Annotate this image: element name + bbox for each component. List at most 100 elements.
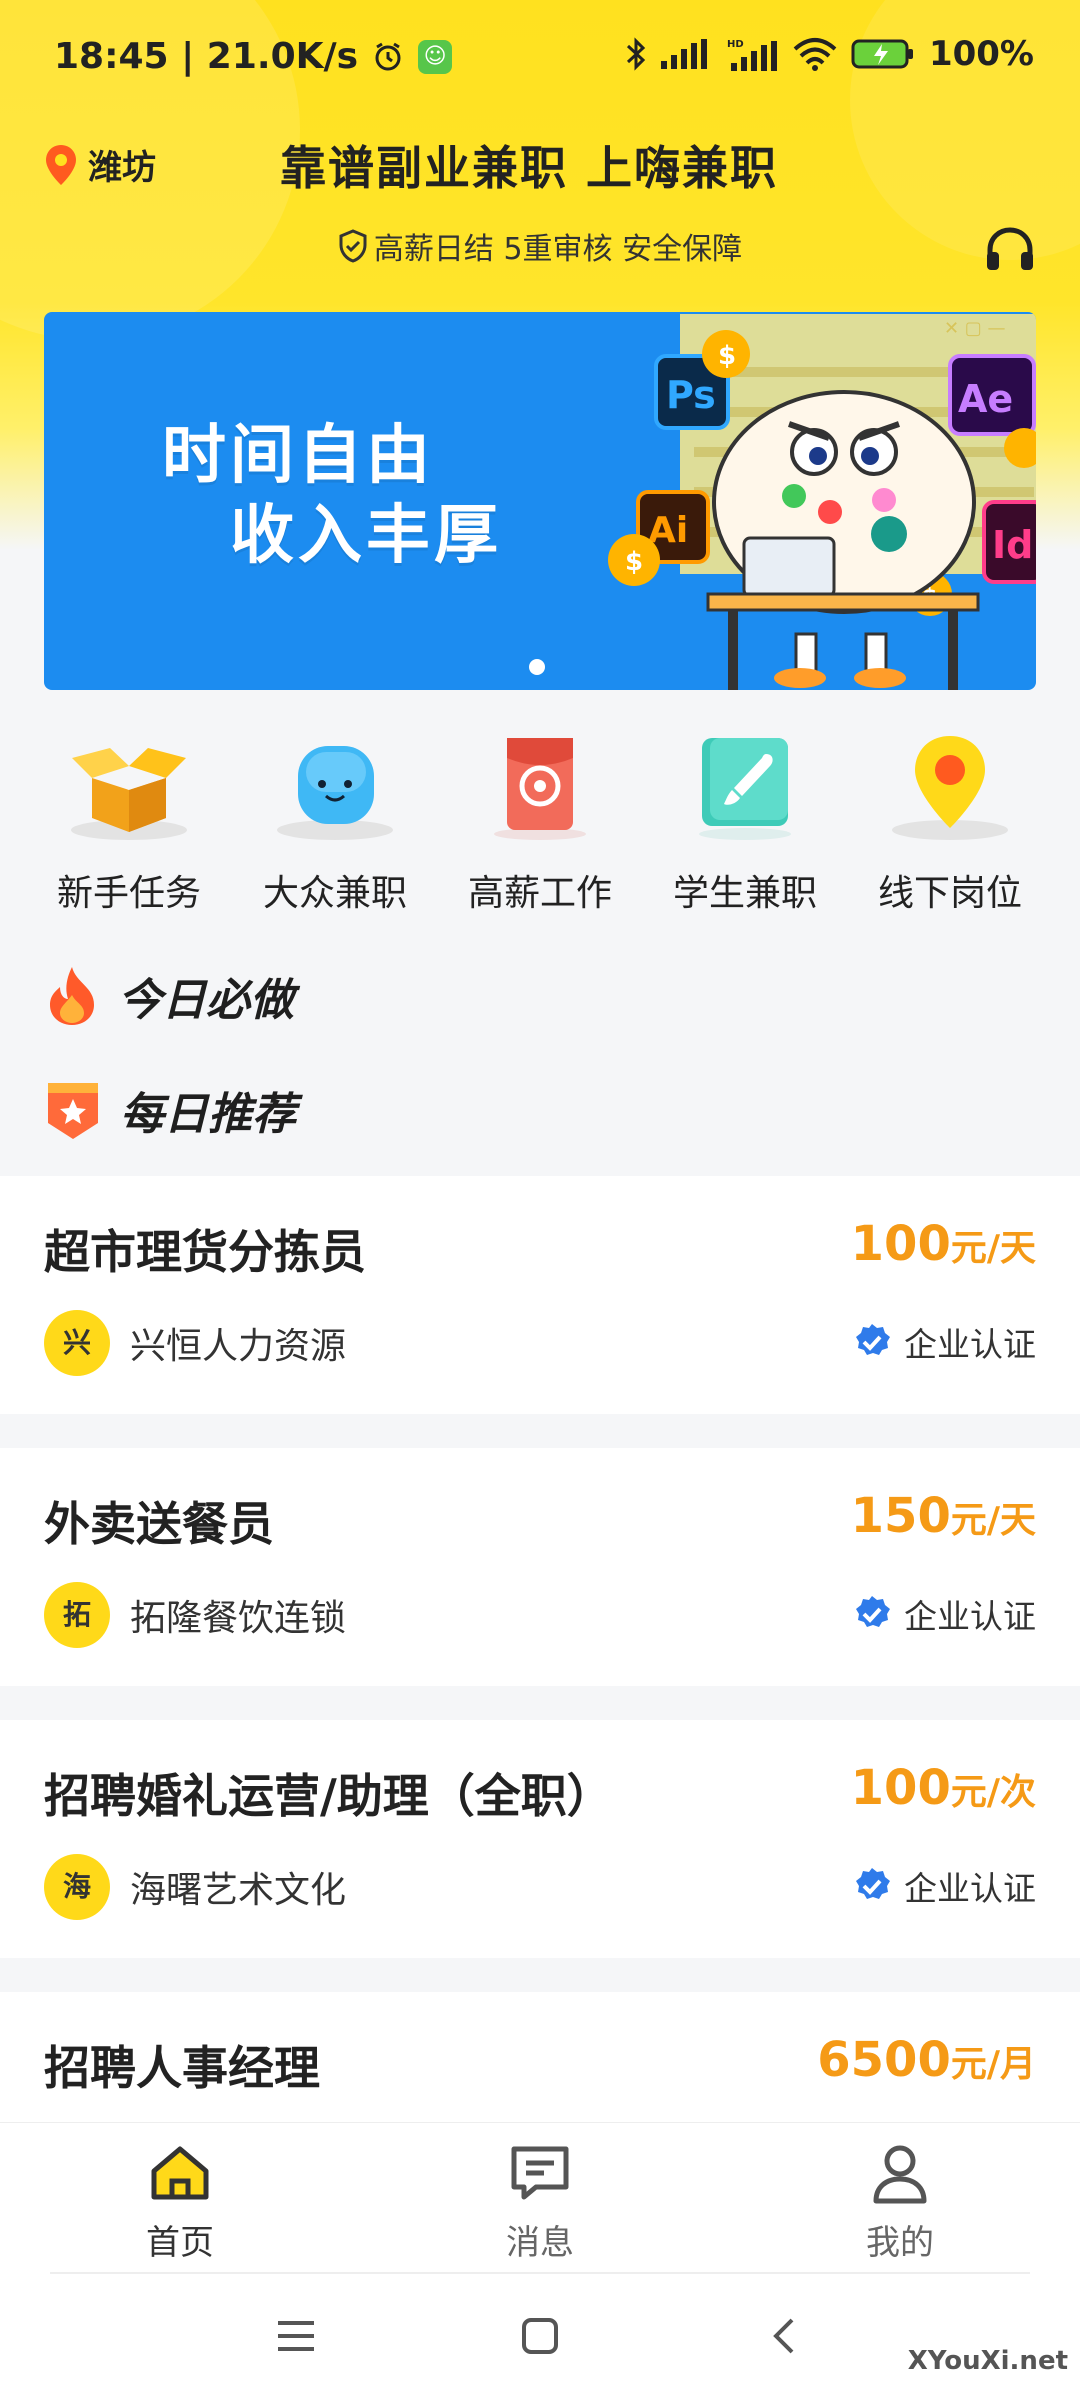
section-title: 今日必做	[118, 975, 294, 1026]
company-info: 兴 兴恒人力资源	[44, 1310, 346, 1376]
section-title: 每日推荐	[120, 1089, 296, 1140]
signal-icon	[660, 39, 707, 69]
brush-icon	[699, 738, 791, 840]
svg-text:HD: HD	[727, 39, 744, 50]
quick-entry-label: 新手任务	[56, 873, 201, 914]
company-avatar: 拓	[44, 1582, 110, 1648]
quick-entry-high-pay[interactable]: 高薪工作	[440, 730, 640, 916]
quick-entry-popular-parttime[interactable]: 大众兼职	[235, 730, 435, 916]
job-salary: 6500元/月	[817, 2032, 1036, 2088]
recent-apps-button[interactable]	[266, 2306, 326, 2366]
salary-unit: 元/天	[950, 1228, 1036, 1269]
salary-amount: 100	[850, 1216, 951, 1272]
divider	[50, 2272, 1030, 2274]
verification-text: 企业认证	[904, 1597, 1036, 1636]
headset-icon	[987, 227, 1033, 270]
bottom-tab-bar: 首页 消息 我的	[0, 2122, 1080, 2273]
salary-amount: 100	[850, 1760, 951, 1816]
svg-text:Ae: Ae	[958, 377, 1013, 421]
battery-percent: 100%	[928, 34, 1034, 74]
banner-line-1: 时间自由	[162, 419, 434, 493]
battery-icon	[851, 39, 913, 69]
signal-hd-icon: HD	[727, 39, 777, 71]
job-title: 超市理货分拣员	[44, 1225, 366, 1279]
tab-label: 消息	[506, 2223, 574, 2263]
job-title: 招聘婚礼运营/助理（全职）	[44, 1769, 613, 1823]
verification-badge: 企业认证	[852, 1318, 1036, 1366]
svg-text:✕ ▢ —: ✕ ▢ —	[944, 318, 1006, 339]
verified-icon	[856, 1868, 890, 1899]
job-salary: 100元/次	[851, 1760, 1036, 1816]
banner-line-2: 收入丰厚	[230, 499, 502, 573]
chevron-left-icon	[773, 2318, 794, 2354]
star-badge-icon	[48, 1083, 98, 1139]
salary-amount: 150	[850, 1488, 951, 1544]
home-button[interactable]	[510, 2306, 570, 2366]
salary-amount: 6500	[817, 2032, 951, 2088]
tab-label: 首页	[146, 2223, 214, 2263]
company-name: 海曙艺术文化	[130, 1870, 347, 1911]
quick-entry-label: 大众兼职	[262, 873, 407, 914]
message-icon	[511, 2146, 569, 2200]
shield-icon	[339, 229, 367, 263]
app-notification-icon: ☺	[418, 39, 453, 74]
customer-service-button[interactable]	[984, 226, 1036, 278]
svg-text:Id: Id	[992, 523, 1033, 567]
quick-entry-offline-jobs[interactable]: 线下岗位	[850, 730, 1050, 916]
job-card[interactable]: 外卖送餐员 150元/天 拓 拓隆餐饮连锁 企业认证	[0, 1448, 1080, 1686]
quick-entry-label: 线下岗位	[877, 873, 1022, 914]
svg-text:$: $	[625, 547, 643, 577]
tab-home[interactable]: 首页	[80, 2141, 280, 2264]
company-avatar: 海	[44, 1854, 110, 1920]
company-name: 拓隆餐饮连锁	[130, 1598, 347, 1639]
salary-unit: 元/次	[950, 1772, 1036, 1813]
flame-icon	[50, 967, 94, 1025]
company-name: 兴恒人力资源	[130, 1326, 347, 1367]
job-title: 招聘人事经理	[44, 2041, 320, 2095]
status-right: HD 100%	[625, 34, 1034, 74]
banner-pagination-dot[interactable]	[529, 659, 545, 675]
quick-entry-label: 高薪工作	[467, 873, 612, 914]
verification-text: 企业认证	[904, 1869, 1036, 1908]
quick-entry-newbie-tasks[interactable]: 新手任务	[29, 730, 229, 916]
quick-entry-label: 学生兼职	[672, 873, 817, 914]
svg-text:Ps: Ps	[666, 373, 716, 417]
app-title: 靠谱副业兼职 上嗨兼职	[280, 141, 779, 195]
slogan: 高薪日结 5重审核 安全保障	[0, 224, 1080, 268]
svg-text:$: $	[718, 341, 736, 371]
salary-unit: 元/月	[950, 2044, 1036, 2085]
company-info: 拓 拓隆餐饮连锁	[44, 1582, 346, 1648]
tab-profile[interactable]: 我的	[800, 2141, 1000, 2264]
company-info: 海 海曙艺术文化	[44, 1854, 346, 1920]
map-pin-icon	[892, 736, 1008, 840]
wifi-icon	[793, 38, 837, 71]
smiley-icon	[277, 746, 393, 840]
salary-unit: 元/天	[950, 1500, 1036, 1541]
verified-icon	[856, 1324, 890, 1355]
alarm-icon	[375, 42, 401, 70]
quick-entry-student-parttime[interactable]: 学生兼职	[645, 730, 845, 916]
location-label: 潍坊	[88, 148, 156, 188]
verification-badge: 企业认证	[852, 1590, 1036, 1638]
home-icon	[151, 2146, 209, 2200]
header: 潍坊 靠谱副业兼职 上嗨兼职	[0, 120, 1080, 230]
status-bar: 18:45 | 21.0K/s ☺ HD 100%	[0, 0, 1080, 120]
location-selector[interactable]: 潍坊	[44, 140, 156, 189]
location-pin-icon	[46, 144, 76, 185]
user-icon	[873, 2145, 927, 2204]
back-button[interactable]	[754, 2306, 814, 2366]
open-box-icon	[71, 748, 187, 840]
tab-messages[interactable]: 消息	[440, 2141, 640, 2264]
status-time: 18:45 | 21.0K/s	[54, 36, 359, 77]
section-daily-recommend[interactable]: 每日推荐	[44, 1078, 296, 1142]
promo-banner[interactable]: Ps Ae Ai Id $ $ $ ✕ ▢ — 时间自由 收入丰厚	[44, 312, 1036, 690]
square-icon	[522, 2318, 558, 2354]
section-today-must-do[interactable]: 今日必做	[44, 964, 294, 1028]
slogan-text: 高薪日结 5重审核 安全保障	[373, 232, 743, 267]
job-card[interactable]: 招聘婚礼运营/助理（全职） 100元/次 海 海曙艺术文化 企业认证	[0, 1720, 1080, 1958]
job-salary: 100元/天	[851, 1216, 1036, 1272]
job-card[interactable]: 超市理货分拣员 100元/天 兴 兴恒人力资源 企业认证	[0, 1176, 1080, 1414]
bluetooth-icon	[626, 37, 646, 71]
company-avatar: 兴	[44, 1310, 110, 1376]
job-salary: 150元/天	[851, 1488, 1036, 1544]
